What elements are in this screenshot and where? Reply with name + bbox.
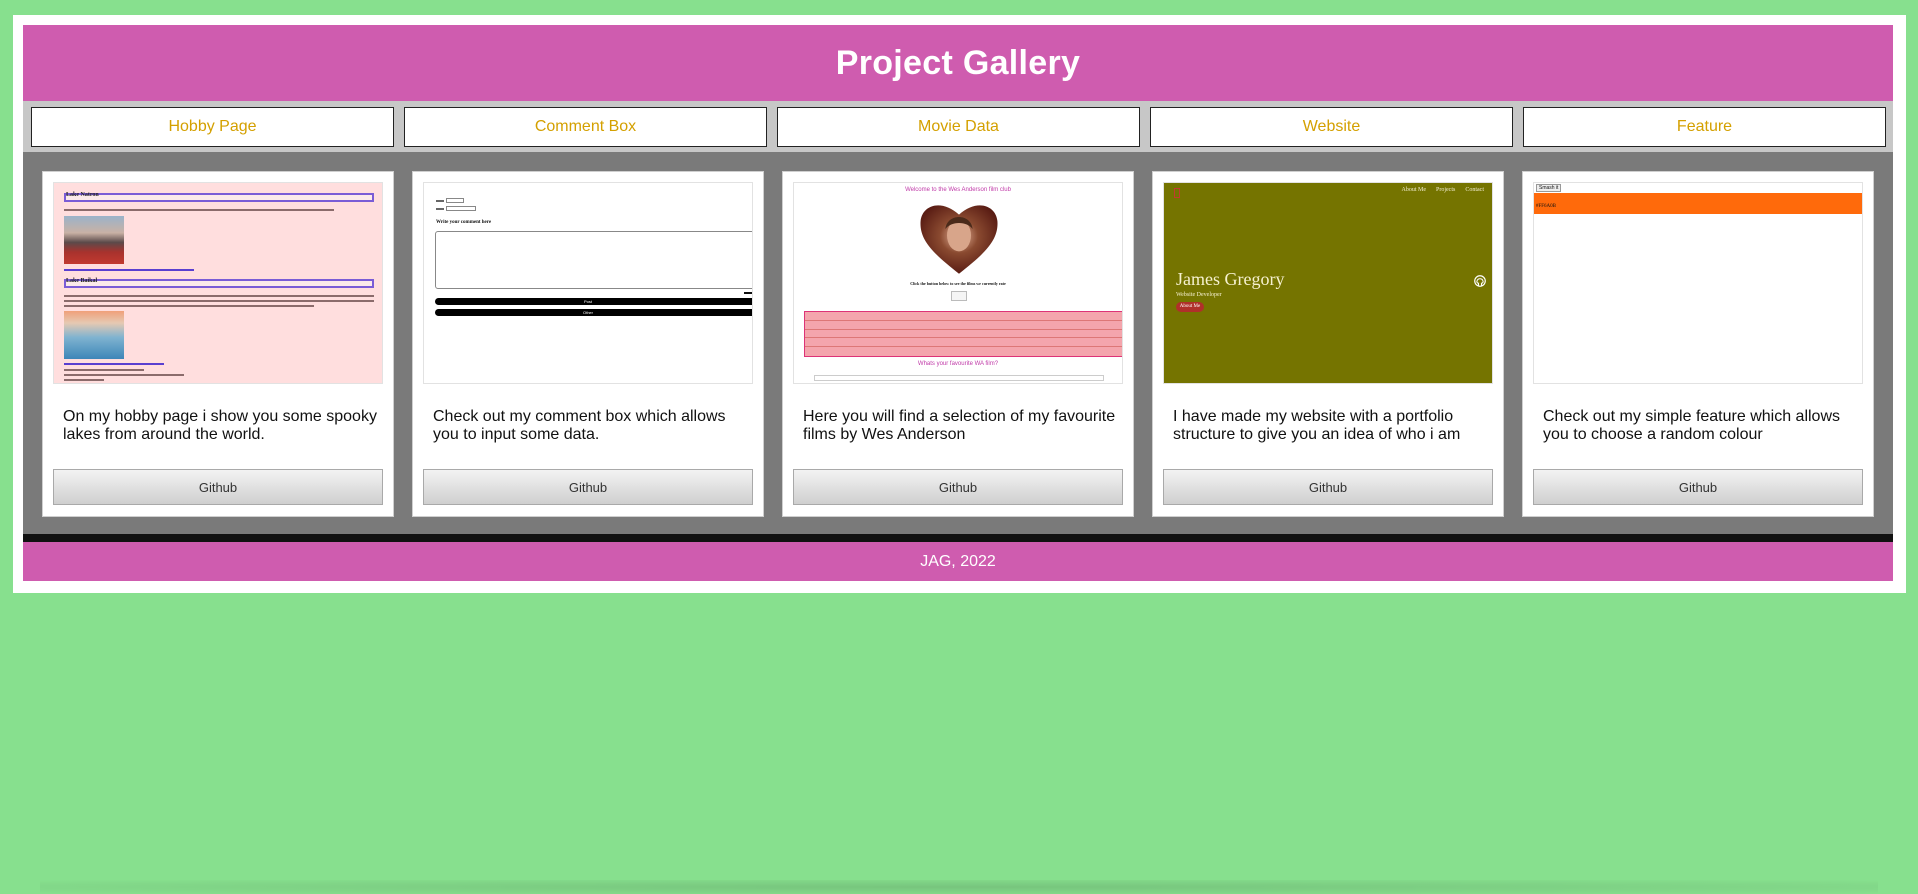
thumb-input <box>446 198 464 203</box>
github-button[interactable]: Github <box>53 469 383 505</box>
nav-website[interactable]: Website <box>1150 107 1513 147</box>
thumb-caption: Click the button below to see the films … <box>910 281 1006 286</box>
lake-image <box>64 311 124 359</box>
thumb-input <box>446 206 476 211</box>
project-card-comment: Write your comment here Post Other Check… <box>412 171 764 517</box>
project-description: Here you will find a selection of my fav… <box>803 408 1116 443</box>
thumb-text-line <box>64 209 334 211</box>
thumb-text-line <box>64 295 374 297</box>
page-title: Project Gallery <box>835 43 1081 82</box>
thumb-link <box>64 269 194 271</box>
nav-bar: Hobby Page Comment Box Movie Data Websit… <box>23 101 1893 152</box>
thumb-heading: Lake Natron <box>66 192 99 198</box>
thumb-hex: #FF6A0B <box>1536 204 1557 209</box>
github-button[interactable]: Github <box>1533 469 1863 505</box>
thumb-textarea <box>435 231 752 289</box>
colour-swatch <box>1534 193 1862 214</box>
github-button[interactable]: Github <box>793 469 1123 505</box>
thumb-text-line <box>64 300 374 302</box>
project-description: I have made my website with a portfolio … <box>1173 408 1461 443</box>
thumb-other-label: Other <box>582 310 593 315</box>
project-gallery: Lake Natron Lake Baikal On my hobby page… <box>23 152 1893 534</box>
thumb-table-line <box>805 346 1122 347</box>
nav-movie-data[interactable]: Movie Data <box>777 107 1140 147</box>
footer-text: JAG, 2022 <box>920 552 996 570</box>
thumb-submit-label: Post <box>583 299 592 304</box>
github-icon <box>1474 275 1486 287</box>
website-screenshot[interactable]: About Me Projects Contact James Gregory … <box>1163 182 1493 384</box>
movie-data-screenshot[interactable]: Welcome to the Wes Anderson film club Cl… <box>793 182 1123 384</box>
thumb-form-row <box>814 375 1104 381</box>
thumb-table-line <box>805 337 1122 338</box>
nav-hobby-page[interactable]: Hobby Page <box>31 107 394 147</box>
thumb-cta: About Me <box>1176 302 1204 312</box>
thumb-subtitle: Whats your favourite WA film? <box>917 361 999 367</box>
github-button[interactable]: Github <box>1163 469 1493 505</box>
thumb-nav-contact: Contact <box>1465 187 1484 193</box>
thumb-nav-about: About Me <box>1401 187 1426 193</box>
feature-screenshot[interactable]: Smash it #FF6A0B <box>1533 182 1863 384</box>
thumb-role: Website Developer <box>1176 292 1222 298</box>
thumb-button <box>951 291 967 301</box>
comment-box-screenshot[interactable]: Write your comment here Post Other <box>423 182 753 384</box>
thumb-table-line <box>805 320 1122 321</box>
thumb-nav-projects: Projects <box>1435 187 1456 193</box>
logo-icon <box>1174 188 1180 198</box>
page-footer: JAG, 2022 <box>23 542 1893 581</box>
thumb-text-line <box>64 374 184 376</box>
page-header: Project Gallery <box>23 25 1893 101</box>
bottom-shadow <box>40 880 1878 894</box>
thumb-table <box>804 311 1122 357</box>
thumb-text-line <box>436 200 444 202</box>
thumb-title: Welcome to the Wes Anderson film club <box>905 187 1011 193</box>
thumb-name: James Gregory <box>1176 269 1285 289</box>
project-description: On my hobby page i show you some spooky … <box>63 408 377 443</box>
thumb-text-line <box>64 369 144 371</box>
project-description: Check out my comment box which allows yo… <box>433 408 726 443</box>
thumb-text-line <box>64 305 314 307</box>
project-description: Check out my simple feature which allows… <box>1543 408 1841 443</box>
thumb-counter <box>744 292 752 294</box>
thumb-heading-bar <box>64 193 374 202</box>
hobby-page-screenshot[interactable]: Lake Natron Lake Baikal <box>53 182 383 384</box>
project-card-feature: Smash it #FF6A0B Check out my simple fea… <box>1522 171 1874 517</box>
thumb-table-line <box>805 329 1122 330</box>
thumb-text-line <box>64 379 104 381</box>
thumb-smash-button: Smash it <box>1536 184 1562 192</box>
lake-image <box>64 216 124 264</box>
thumb-heading-bar <box>64 279 374 288</box>
project-card-movie: Welcome to the Wes Anderson film club Cl… <box>782 171 1134 517</box>
thumb-link <box>64 363 164 365</box>
thumb-text-line <box>436 208 444 210</box>
nav-feature[interactable]: Feature <box>1523 107 1886 147</box>
project-card-hobby: Lake Natron Lake Baikal On my hobby page… <box>42 171 394 517</box>
heart-portrait-icon <box>920 205 998 274</box>
project-card-website: About Me Projects Contact James Gregory … <box>1152 171 1504 517</box>
thumb-heading: Lake Baikal <box>66 278 98 284</box>
footer-divider <box>23 534 1893 542</box>
github-button[interactable]: Github <box>423 469 753 505</box>
nav-comment-box[interactable]: Comment Box <box>404 107 767 147</box>
thumb-prompt: Write your comment here <box>436 220 492 225</box>
thumb-nav: About Me Projects Contact <box>1401 187 1484 193</box>
